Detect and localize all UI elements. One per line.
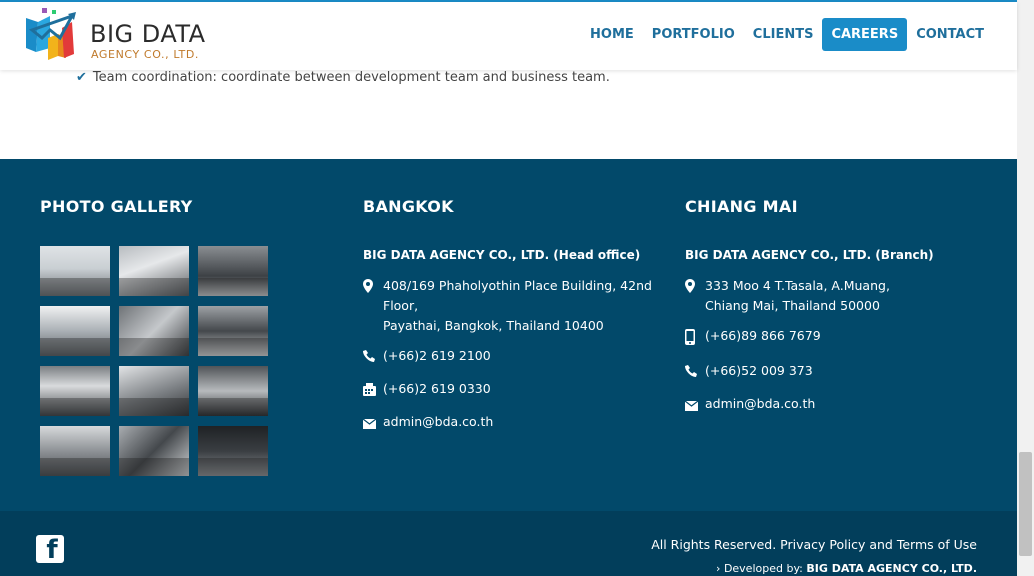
chiangmai-title: CHIANG MAI — [685, 197, 798, 216]
bangkok-phone[interactable]: (+66)2 619 2100 — [383, 346, 491, 366]
gallery-photo[interactable] — [119, 426, 189, 476]
map-marker-icon — [685, 276, 705, 299]
bangkok-phone-row: (+66)2 619 2100 — [363, 346, 653, 369]
logo-mark-icon — [26, 8, 76, 60]
site-footer: PHOTO GALLERY BANGKOK BIG DATA AGENCY CO… — [0, 159, 1017, 511]
photo-gallery — [40, 246, 268, 476]
facebook-letter: f — [46, 535, 58, 565]
bottom-bar: f All Rights Reserved. Privacy Policy an… — [0, 511, 1017, 576]
chiangmai-phone-row: (+66)52 009 373 — [685, 361, 985, 384]
gallery-photo[interactable] — [119, 246, 189, 296]
nav-clients[interactable]: CLIENTS — [744, 18, 823, 51]
fax-icon — [363, 379, 383, 402]
bangkok-title: BANGKOK — [363, 197, 454, 216]
map-marker-icon — [363, 276, 383, 299]
bangkok-company: BIG DATA AGENCY CO., LTD. (Head office) — [363, 248, 641, 262]
nav-contact[interactable]: CONTACT — [907, 18, 993, 51]
gallery-photo[interactable] — [40, 246, 110, 296]
phone-icon — [363, 346, 383, 369]
chiangmai-email-row: admin@bda.co.th — [684, 394, 985, 417]
facebook-icon[interactable]: f — [36, 535, 64, 563]
chiangmai-column: CHIANG MAI BIG DATA AGENCY CO., LTD. (Br… — [684, 197, 985, 417]
bangkok-email[interactable]: admin@bda.co.th — [383, 412, 493, 432]
nav-careers[interactable]: CAREERS — [822, 18, 908, 51]
bangkok-fax: (+66)2 619 0330 — [383, 381, 491, 396]
bangkok-address: 408/169 Phaholyothin Place Building, 42n… — [383, 278, 652, 333]
bangkok-email-row: admin@bda.co.th — [362, 412, 653, 435]
chiangmai-mobile[interactable]: (+66)89 866 7679 — [705, 326, 821, 346]
site-logo[interactable]: BIG DATA AGENCY CO., LTD. — [24, 8, 224, 66]
developed-by[interactable]: › Developed by: BIG DATA AGENCY CO., LTD… — [716, 562, 977, 575]
gallery-photo[interactable] — [198, 246, 268, 296]
chiangmai-email[interactable]: admin@bda.co.th — [705, 394, 815, 414]
logo-title: BIG DATA — [90, 20, 206, 48]
gallery-photo[interactable] — [119, 366, 189, 416]
envelope-icon — [684, 394, 705, 417]
mobile-icon — [685, 326, 705, 351]
check-icon: ✔ — [76, 70, 87, 85]
chiangmai-company: BIG DATA AGENCY CO., LTD. (Branch) — [685, 248, 934, 262]
bullet-text: Team coordination: coordinate between de… — [92, 70, 610, 85]
scrollbar-thumb[interactable] — [1019, 452, 1032, 556]
gallery-column: PHOTO GALLERY — [40, 197, 193, 216]
gallery-photo[interactable] — [198, 366, 268, 416]
list-item: ✔ Team coordination: coordinate between d… — [76, 70, 610, 85]
chevron-right-icon: › — [716, 562, 721, 575]
chiangmai-address: 333 Moo 4 T.Tasala, A.Muang, Chiang Mai,… — [705, 278, 890, 313]
nav-home[interactable]: HOME — [581, 18, 643, 51]
chiangmai-phone[interactable]: (+66)52 009 373 — [705, 361, 813, 381]
site-header: BIG DATA AGENCY CO., LTD. HOME PORTFOLIO… — [0, 2, 1017, 70]
gallery-title: PHOTO GALLERY — [40, 197, 193, 216]
gallery-photo[interactable] — [198, 306, 268, 356]
gallery-photo[interactable] — [40, 306, 110, 356]
nav-portfolio[interactable]: PORTFOLIO — [643, 18, 744, 51]
envelope-icon — [362, 412, 383, 435]
developer-name: BIG DATA AGENCY CO., LTD. — [806, 562, 977, 575]
bangkok-column: BANGKOK BIG DATA AGENCY CO., LTD. (Head … — [362, 197, 653, 435]
main-nav: HOME PORTFOLIO CLIENTS CAREERS CONTACT — [581, 18, 993, 51]
phone-icon — [685, 361, 705, 384]
developed-prefix: Developed by: — [723, 562, 803, 575]
gallery-photo[interactable] — [40, 426, 110, 476]
gallery-photo[interactable] — [40, 366, 110, 416]
bangkok-fax-row: (+66)2 619 0330 — [363, 379, 653, 402]
chiangmai-address-row: 333 Moo 4 T.Tasala, A.Muang, Chiang Mai,… — [685, 276, 985, 316]
logo-subtitle: AGENCY CO., LTD. — [91, 48, 200, 61]
gallery-photo[interactable] — [198, 426, 268, 476]
gallery-photo[interactable] — [119, 306, 189, 356]
chiangmai-mobile-row: (+66)89 866 7679 — [685, 326, 985, 351]
rights-text[interactable]: All Rights Reserved. Privacy Policy and … — [651, 537, 977, 552]
bangkok-address-row: 408/169 Phaholyothin Place Building, 42n… — [363, 276, 653, 336]
